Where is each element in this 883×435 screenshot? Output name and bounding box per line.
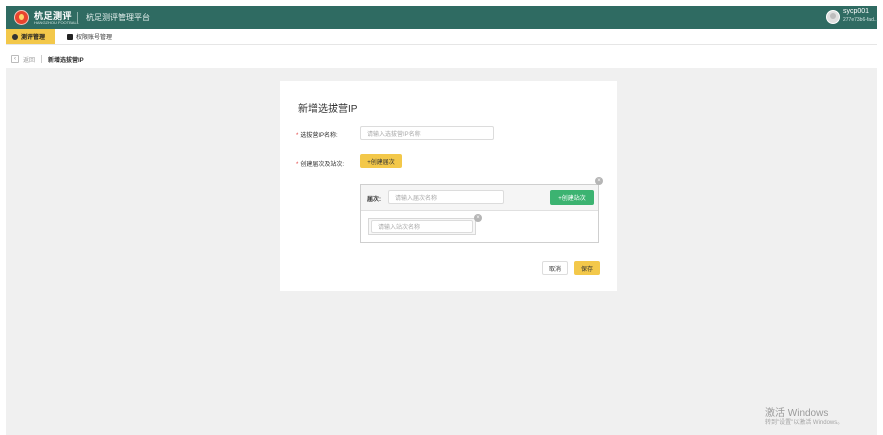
cancel-button[interactable]: 取消: [542, 261, 568, 275]
menu-bar: 测评管理 权限账号管理: [6, 29, 877, 45]
square-icon: [67, 33, 73, 40]
form-card: 新增选拔营IP * 选拔营IP名称: 请输入选拔营IP名称 * 创建届次及站次: +…: [280, 81, 617, 291]
brand-subtitle: HANGZHOU FOOTBALL: [34, 20, 79, 25]
station-item: 请输入站次名称: [368, 218, 476, 235]
menu-item-label: 权限账号管理: [76, 35, 113, 41]
user-id: 277e73b6-fad...: [843, 17, 879, 23]
round-box: 届次: 请输入届次名称 +创建站次 × 请输入站次名称 ×: [360, 177, 603, 243]
close-icon[interactable]: ×: [595, 177, 603, 185]
platform-title: 杭足测评管理平台: [86, 13, 150, 22]
back-link[interactable]: 返回: [23, 55, 35, 64]
brand-divider: [77, 12, 78, 23]
create-round-label: * 创建届次及站次:: [296, 162, 345, 168]
round-name-input[interactable]: 请输入届次名称: [388, 190, 504, 204]
ip-name-input[interactable]: 请输入选拔营IP名称: [360, 126, 494, 140]
top-bar: 杭足测评 HANGZHOU FOOTBALL 杭足测评管理平台 sycp001 …: [6, 6, 879, 29]
menu-item-evaluation[interactable]: 测评管理: [6, 29, 55, 44]
breadcrumb-title: 新增选拔营IP: [48, 57, 84, 64]
gear-icon: [12, 33, 18, 40]
save-button[interactable]: 保存: [574, 261, 600, 275]
user-name[interactable]: sycp001: [843, 8, 869, 15]
windows-watermark-subtitle: 转到"设置"以激活 Windows。: [765, 420, 844, 426]
breadcrumb-divider: [41, 55, 43, 63]
required-mark: *: [296, 162, 299, 168]
ip-name-label: * 选拔营IP名称:: [296, 133, 338, 139]
breadcrumb: ‹ 返回 新增选拔营IP: [6, 50, 877, 68]
round-label: 届次:: [367, 197, 381, 203]
round-header: 届次: 请输入届次名称 +创建站次: [361, 185, 598, 211]
create-station-button[interactable]: +创建站次: [550, 190, 594, 205]
menu-item-label: 测评管理: [21, 35, 46, 41]
page-title: 新增选拔营IP: [298, 104, 358, 115]
menu-item-account-permissions[interactable]: 权限账号管理: [61, 29, 118, 44]
create-round-button[interactable]: +创建届次: [360, 154, 402, 168]
close-icon[interactable]: ×: [474, 214, 482, 222]
logo-icon: [14, 10, 29, 25]
required-mark: *: [296, 133, 299, 139]
avatar[interactable]: [826, 10, 840, 24]
back-arrow-icon[interactable]: ‹: [11, 55, 19, 63]
station-name-input[interactable]: 请输入站次名称: [371, 220, 473, 233]
